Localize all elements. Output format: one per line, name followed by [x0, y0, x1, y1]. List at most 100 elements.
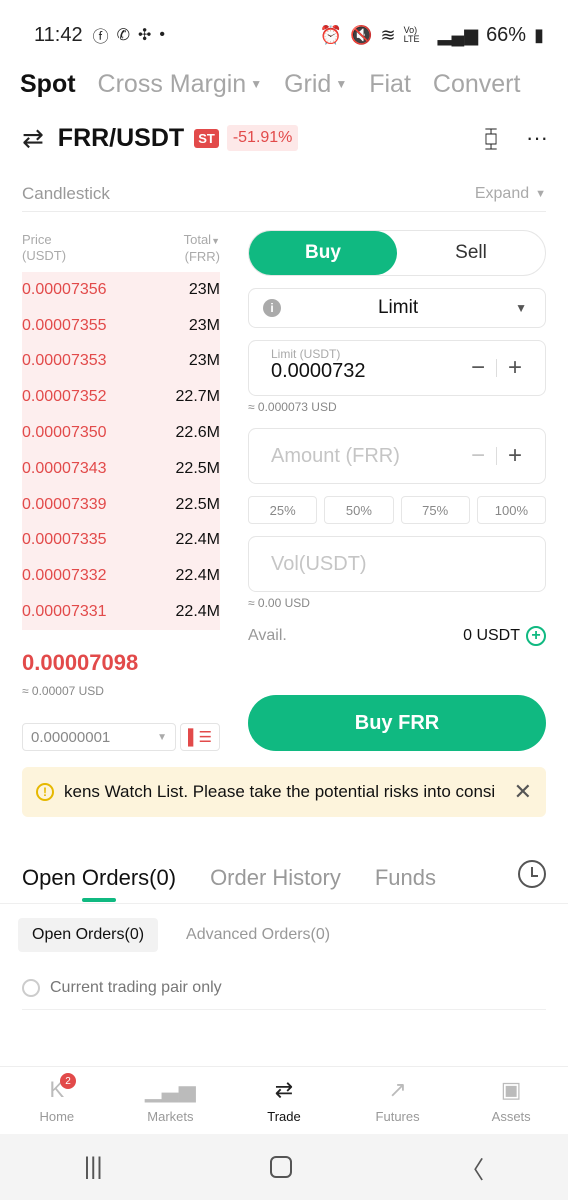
assets-icon: ▣ — [500, 1077, 522, 1102]
nav-futures[interactable]: ↗ Futures — [341, 1067, 455, 1134]
ask-row[interactable]: 0.00007343 22.5M — [22, 451, 220, 487]
price-header: Price — [22, 232, 52, 247]
orders-tabs: Open Orders(0) Order History Funds — [0, 852, 568, 904]
book-layout-icon: ▌☰ — [187, 729, 213, 746]
candlestick-chart-icon[interactable]: ⧮ — [484, 125, 498, 151]
tab-cross-margin[interactable]: Cross Margin ▼ — [98, 70, 263, 99]
current-pair-only-toggle[interactable]: Current trading pair only — [22, 970, 546, 1010]
total-header-toggle[interactable]: Total▼ (FRR) — [184, 232, 220, 272]
ask-row[interactable]: 0.00007335 22.4M — [22, 523, 220, 559]
caret-down-icon: ▼ — [515, 301, 527, 315]
increase-price-button[interactable]: + — [497, 354, 533, 382]
decrease-amount-button[interactable]: − — [460, 442, 496, 470]
recent-apps-icon[interactable]: ||| — [84, 1153, 103, 1181]
nav-home[interactable]: K 2 Home — [0, 1067, 114, 1134]
limit-price-input[interactable]: 0.0000732 — [271, 360, 460, 383]
subtab-advanced-orders[interactable]: Advanced Orders(0) — [172, 918, 344, 952]
buy-submit-button[interactable]: Buy FRR — [248, 695, 546, 751]
banner-text: kens Watch List. Please take the potenti… — [64, 782, 496, 801]
order-book-header: Price (USDT) Total▼ (FRR) — [22, 232, 220, 272]
ask-list: 0.00007356 23M 0.00007355 23M 0.00007353 23… — [22, 272, 220, 630]
volume-field[interactable]: Vol(USDT) — [248, 536, 546, 592]
total-header: Total — [183, 232, 212, 247]
ask-row[interactable]: 0.00007332 22.4M — [22, 558, 220, 594]
orders-subtabs: Open Orders(0) Advanced Orders(0) — [18, 918, 344, 952]
tab-order-history[interactable]: Order History — [210, 852, 341, 904]
order-history-icon[interactable] — [518, 860, 546, 888]
caret-down-icon: ▼ — [335, 77, 348, 91]
pct-100-button[interactable]: 100% — [476, 496, 546, 524]
close-icon[interactable]: ✕ — [514, 779, 532, 805]
deposit-plus-icon[interactable]: + — [526, 626, 546, 646]
battery-level: 66% — [486, 23, 527, 46]
trade-icon: ⇄ — [274, 1077, 294, 1102]
system-navigation-bar: ||| 〈 — [0, 1134, 568, 1200]
trade-form: Buy Sell i Limit ▼ Limit (USDT) 0.000073… — [248, 230, 546, 646]
nav-markets[interactable]: ▁▃▅ Markets — [114, 1067, 228, 1134]
tab-fiat[interactable]: Fiat — [369, 70, 411, 99]
sell-tab[interactable]: Sell — [397, 242, 545, 264]
system-home-icon[interactable] — [270, 1156, 293, 1178]
tab-open-orders[interactable]: Open Orders(0) — [22, 852, 176, 904]
volume-usd: ≈ 0.00 USD — [248, 596, 310, 610]
ask-row[interactable]: 0.00007350 22.6M — [22, 415, 220, 451]
tab-spot[interactable]: Spot — [20, 70, 76, 99]
decrease-price-button[interactable]: − — [460, 354, 496, 382]
viber-icon: ✆ — [116, 27, 130, 44]
radio-button[interactable] — [22, 978, 40, 997]
pct-75-button[interactable]: 75% — [400, 496, 470, 524]
ask-row[interactable]: 0.00007353 23M — [22, 344, 220, 380]
order-book: Price (USDT) Total▼ (FRR) 0.00007356 23M … — [22, 232, 220, 630]
expand-chart-button[interactable]: Expand ▼ — [475, 185, 546, 203]
signal-icon: ▂▄▆ — [437, 24, 479, 45]
ask-row[interactable]: 0.00007356 23M — [22, 272, 220, 308]
price-change-badge: -51.91% — [226, 125, 299, 151]
amount-field[interactable]: Amount (FRR) − + — [248, 428, 546, 484]
price-unit: (USDT) — [22, 248, 67, 263]
pct-50-button[interactable]: 50% — [324, 496, 394, 524]
caret-down-icon: ▼ — [535, 187, 546, 200]
order-book-layout-button[interactable]: ▌☰ — [180, 723, 220, 751]
info-icon[interactable]: i — [263, 299, 281, 317]
back-icon[interactable]: 〈 — [460, 1150, 484, 1185]
trade-mode-tabs: Spot Cross Margin ▼ Grid ▼ Fiat Convert — [0, 62, 568, 106]
last-price-usd: ≈ 0.00007 USD — [22, 684, 104, 698]
subtab-open-orders[interactable]: Open Orders(0) — [18, 918, 159, 952]
swap-pair-icon[interactable]: ⇄ — [22, 123, 44, 154]
facebook-icon: ⓕ — [92, 29, 109, 46]
status-bar: 11:42 ⓕ ✆ ✣ • ⏰ 🔇 ≋ Vo) LTE ▂▄▆ 66% ▮ — [0, 0, 568, 70]
caret-down-icon: ▼ — [250, 77, 263, 91]
pair-header: ⇄ FRR/USDT ST -51.91% ⧮ ··· — [22, 118, 548, 158]
caret-down-icon: ▼ — [211, 236, 220, 246]
wifi-icon: ≋ — [380, 24, 396, 45]
volte-icon: Vo) LTE — [403, 25, 420, 44]
limit-price-label: Limit (USDT) — [271, 347, 341, 361]
buy-tab[interactable]: Buy — [249, 231, 397, 275]
amount-input[interactable]: Amount (FRR) — [271, 445, 460, 468]
volume-input[interactable]: Vol(USDT) — [271, 553, 533, 576]
ask-row[interactable]: 0.00007339 22.5M — [22, 487, 220, 523]
tab-grid[interactable]: Grid ▼ — [284, 70, 347, 99]
tab-funds[interactable]: Funds — [375, 852, 436, 904]
more-notifications-icon: • — [159, 26, 166, 43]
ask-row[interactable]: 0.00007355 23M — [22, 308, 220, 344]
precision-select[interactable]: 0.00000001 ▼ — [22, 723, 176, 751]
status-time: 11:42 — [34, 23, 83, 46]
caret-down-icon: ▼ — [157, 731, 167, 743]
limit-price-field[interactable]: Limit (USDT) 0.0000732 − + — [248, 340, 546, 396]
tab-convert[interactable]: Convert — [433, 70, 521, 99]
nav-trade[interactable]: ⇄ Trade — [227, 1067, 341, 1134]
pair-name[interactable]: FRR/USDT — [58, 124, 184, 153]
pct-25-button[interactable]: 25% — [248, 496, 318, 524]
ask-row[interactable]: 0.00007331 22.4M — [22, 594, 220, 630]
candlestick-label: Candlestick — [22, 183, 110, 203]
futures-icon: ↗ — [388, 1077, 407, 1102]
bottom-navigation: K 2 Home ▁▃▅ Markets ⇄ Trade ↗ Futures ▣… — [0, 1066, 568, 1134]
ask-row[interactable]: 0.00007352 22.7M — [22, 379, 220, 415]
increase-amount-button[interactable]: + — [497, 442, 533, 470]
more-options-icon[interactable]: ··· — [526, 125, 548, 151]
order-type-select[interactable]: i Limit ▼ — [248, 288, 546, 328]
nav-assets[interactable]: ▣ Assets — [454, 1067, 568, 1134]
app-icon: ✣ — [138, 27, 152, 44]
last-price[interactable]: 0.00007098 — [22, 650, 138, 676]
